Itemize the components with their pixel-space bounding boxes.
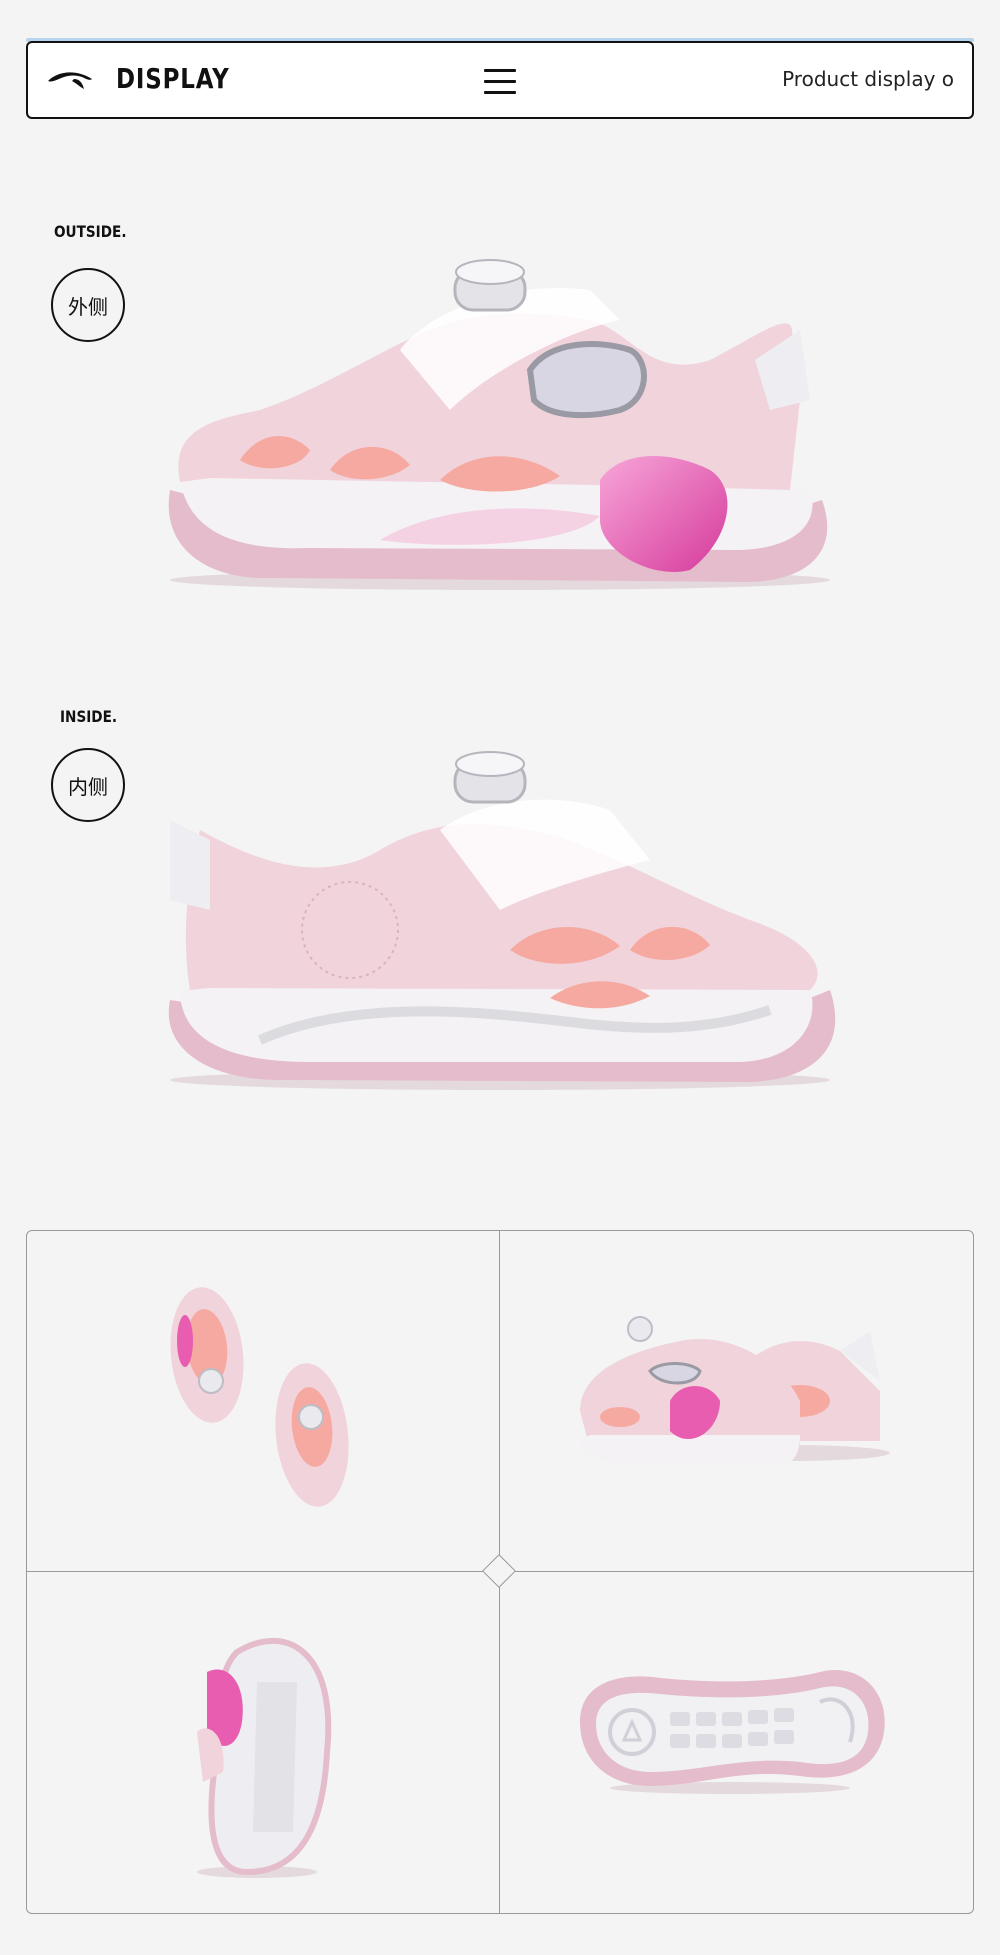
shoe-back-view bbox=[197, 1637, 332, 1878]
hamburger-menu-icon[interactable] bbox=[484, 69, 516, 95]
outside-label: OUTSIDE. bbox=[54, 222, 127, 241]
brand-title: DISPLAY bbox=[116, 62, 230, 95]
shoe-sole-view bbox=[580, 1670, 885, 1794]
gallery-item-sole-view[interactable] bbox=[500, 1572, 972, 1912]
gallery-grid bbox=[26, 1230, 974, 1914]
gallery-item-back-view[interactable] bbox=[27, 1572, 499, 1912]
outside-badge: 外侧 bbox=[51, 268, 125, 342]
site-header: DISPLAY Product display o bbox=[26, 41, 974, 119]
shoe-pair-top-view bbox=[170, 1287, 349, 1507]
anta-logo-icon[interactable] bbox=[46, 67, 94, 91]
gallery-item-top-view[interactable] bbox=[27, 1231, 499, 1571]
header-right-text[interactable]: Product display o bbox=[782, 67, 954, 91]
inside-badge: 内侧 bbox=[51, 748, 125, 822]
shoe-pair-three-quarter bbox=[580, 1316, 890, 1466]
shoe-outside-image bbox=[168, 259, 830, 590]
gallery-item-three-quarter-view[interactable] bbox=[500, 1231, 972, 1571]
inside-label: INSIDE. bbox=[60, 707, 118, 726]
shoe-inside-image bbox=[168, 751, 836, 1090]
